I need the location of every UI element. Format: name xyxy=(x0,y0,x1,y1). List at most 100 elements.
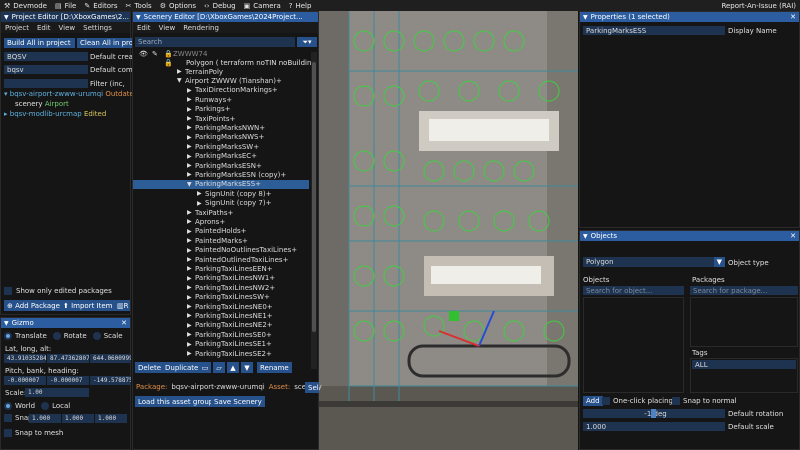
collapsed-arrow-icon[interactable]: ▶ xyxy=(187,87,195,94)
move-up-button[interactable]: ▲ xyxy=(227,362,239,373)
expanded-arrow-icon[interactable]: ▼ xyxy=(177,77,185,84)
load-asset-group-button[interactable]: Load this asset group xyxy=(135,396,217,407)
scene-tree-item[interactable]: ▶ SignUnit (copy 8)+ xyxy=(133,189,309,198)
menu-options[interactable]: ⚙ Options xyxy=(156,2,200,10)
save-scenery-button[interactable]: Save Scenery xyxy=(211,396,265,407)
scenery-menu-view[interactable]: View xyxy=(155,24,180,32)
collapsed-arrow-icon[interactable]: ▶ xyxy=(187,209,195,216)
menu-help[interactable]: ? Help xyxy=(285,2,316,10)
collapsed-arrow-icon[interactable]: ▶ xyxy=(197,190,205,197)
altitude-field[interactable]: 644.060099908 xyxy=(90,354,131,363)
edit-pencil-icon[interactable]: ✎ xyxy=(152,50,158,58)
snap-z-field[interactable]: 1.000 xyxy=(95,414,127,423)
rotation-slider-grab[interactable] xyxy=(651,409,656,418)
lock-icon[interactable]: 🔒 xyxy=(164,50,173,58)
move-down-button[interactable]: ▼ xyxy=(241,362,253,373)
package-tree-item-modlib[interactable]: ▸ bqsv-modlib-urcmap Edited xyxy=(4,110,106,118)
select-button[interactable]: Sele xyxy=(305,382,319,393)
duplicate-button[interactable]: Duplicate xyxy=(162,362,202,373)
objects-titlebar[interactable]: ▼ Objects ✕ xyxy=(580,231,799,241)
snap-checkbox[interactable] xyxy=(4,414,12,422)
display-name-field[interactable]: ParkingMarksESS xyxy=(583,26,725,35)
collapsed-arrow-icon[interactable]: ▶ xyxy=(187,96,195,103)
collapsed-arrow-icon[interactable]: ▶ xyxy=(197,200,205,207)
root-polygon-item[interactable]: Polygon ( terraform noTIN noBuilding xyxy=(186,59,314,67)
default-scale-field[interactable]: 1.000 xyxy=(583,422,725,431)
clean-all-button[interactable]: Clean All in pro xyxy=(77,38,132,48)
collapsed-arrow-icon[interactable]: ▶ xyxy=(187,256,195,263)
scene-tree-item[interactable]: ▶ ParkingTaxiLinesNW2+ xyxy=(133,283,309,292)
tags-all-item[interactable]: ALL xyxy=(692,360,796,369)
close-icon[interactable]: ✕ xyxy=(790,232,796,240)
collapsed-arrow-icon[interactable]: ▶ xyxy=(187,312,195,319)
collapsed-arrow-icon[interactable]: ▶ xyxy=(187,143,195,150)
scenery-search-input[interactable]: Search xyxy=(135,37,295,47)
new-folder-button[interactable]: ▭ xyxy=(199,362,211,373)
collapsed-arrow-icon[interactable]: ▶ xyxy=(187,265,195,272)
scene-tree-item[interactable]: ▶ PaintedHolds+ xyxy=(133,227,309,236)
menu-debug[interactable]: ‹› Debug xyxy=(200,2,240,10)
scrollbar-thumb[interactable] xyxy=(312,62,316,332)
collapsed-arrow-icon[interactable]: ▶ xyxy=(187,153,195,160)
collapsed-arrow-icon[interactable]: ▶ xyxy=(177,68,185,75)
one-click-placing-checkbox[interactable] xyxy=(602,397,610,405)
scene-tree-item[interactable]: ▶ ParkingTaxiLinesNE1+ xyxy=(133,311,309,320)
project-editor-titlebar[interactable]: ▼ Project Editor [D:\XboxGames\2... xyxy=(1,12,130,22)
world-radio[interactable] xyxy=(4,402,12,410)
latitude-field[interactable]: 43.910352842 xyxy=(4,354,46,363)
collapsed-arrow-icon[interactable]: ▶ xyxy=(187,228,195,235)
scene-tree-item[interactable]: ▶ ParkingTaxiLinesEEN+ xyxy=(133,264,309,273)
build-all-button[interactable]: Build All in project xyxy=(4,38,75,48)
expanded-arrow-icon[interactable]: ▼ xyxy=(187,181,195,188)
objects-list[interactable] xyxy=(583,297,684,393)
close-icon[interactable]: ✕ xyxy=(121,319,127,327)
collapsed-arrow-icon[interactable]: ▶ xyxy=(187,124,195,131)
scene-tree-item[interactable]: ▶ ParkingTaxiLinesNE0+ xyxy=(133,302,309,311)
snap-to-normal-checkbox[interactable] xyxy=(672,397,680,405)
collapse-triangle-icon[interactable]: ▼ xyxy=(136,14,141,21)
collapsed-arrow-icon[interactable]: ▶ xyxy=(187,106,195,113)
collapsed-arrow-icon[interactable]: ▶ xyxy=(187,134,195,141)
r-button[interactable]: ▥ R xyxy=(114,300,130,311)
scenery-editor-titlebar[interactable]: ▼ Scenery Editor [D:\XboxGames\2024Projec… xyxy=(133,12,318,22)
collapsed-arrow-icon[interactable]: ▶ xyxy=(187,115,195,122)
search-objects-input[interactable]: Search for object... xyxy=(583,286,684,295)
collapse-triangle-icon[interactable]: ▼ xyxy=(583,14,588,21)
project-menu-edit[interactable]: Edit xyxy=(33,24,55,32)
add-object-button[interactable]: Add xyxy=(583,396,603,406)
scene-tree-item[interactable]: ▶ ParkingTaxiLinesSE2+ xyxy=(133,349,309,358)
project-menu-view[interactable]: View xyxy=(55,24,80,32)
object-type-select[interactable]: Polygon ▼ xyxy=(583,257,725,267)
scene-tree-item[interactable]: ▶ ParkingTaxiLinesSE0+ xyxy=(133,330,309,339)
collapsed-arrow-icon[interactable]: ▶ xyxy=(187,237,195,244)
scale-radio[interactable] xyxy=(92,332,101,340)
project-menu-project[interactable]: Project xyxy=(1,24,33,32)
add-package-button[interactable]: ⊕ Add Package xyxy=(4,300,63,311)
collapsed-arrow-icon[interactable]: ▶ xyxy=(187,322,195,329)
scene-tree-item[interactable]: ▶ ParkingMarksESN+ xyxy=(133,161,309,170)
filter-input[interactable] xyxy=(4,79,88,88)
scene-tree-item[interactable]: ▶ Runways+ xyxy=(133,95,309,104)
scene-tree-item[interactable]: ▶ TerrainPoly xyxy=(133,67,309,76)
scale-field[interactable]: 1.00 xyxy=(25,388,89,397)
lock-icon[interactable]: 🔒 xyxy=(164,59,173,67)
scene-tree-item[interactable]: ▶ ParkingTaxiLinesNE2+ xyxy=(133,321,309,330)
menu-file[interactable]: ▤ File xyxy=(51,2,80,10)
collapse-triangle-icon[interactable]: ▼ xyxy=(583,233,588,240)
scenery-menu-rendering[interactable]: Rendering xyxy=(179,24,223,32)
scene-tree-item[interactable]: ▼ Airport ZWWW (Tianshan)+ xyxy=(133,76,309,85)
show-only-edited-row[interactable]: Show only edited packages xyxy=(4,287,112,295)
scene-tree-item[interactable]: ▶ Aprons+ xyxy=(133,217,309,226)
rename-button[interactable]: Rename xyxy=(257,362,292,373)
menu-editors[interactable]: ✎ Editors xyxy=(80,2,121,10)
collapsed-arrow-icon[interactable]: ▶ xyxy=(187,218,195,225)
scene-tree-item[interactable]: ▶ ParkingMarksNWS+ xyxy=(133,133,309,142)
package-tree-item-airport[interactable]: ▾ bqsv-airport-zwww-urumqi Outdated xyxy=(4,90,138,98)
scenery-menu-edit[interactable]: Edit xyxy=(133,24,155,32)
collapsed-arrow-icon[interactable]: ▶ xyxy=(187,350,195,357)
scene-tree-item[interactable]: ▶ ParkingTaxiLinesNW1+ xyxy=(133,274,309,283)
bank-field[interactable]: -0.000007 xyxy=(47,376,89,385)
local-radio[interactable] xyxy=(41,402,50,410)
scene-tree-item[interactable]: ▶ ParkingMarksNWN+ xyxy=(133,123,309,132)
properties-titlebar[interactable]: ▼ Properties (1 selected) ✕ xyxy=(580,12,799,22)
